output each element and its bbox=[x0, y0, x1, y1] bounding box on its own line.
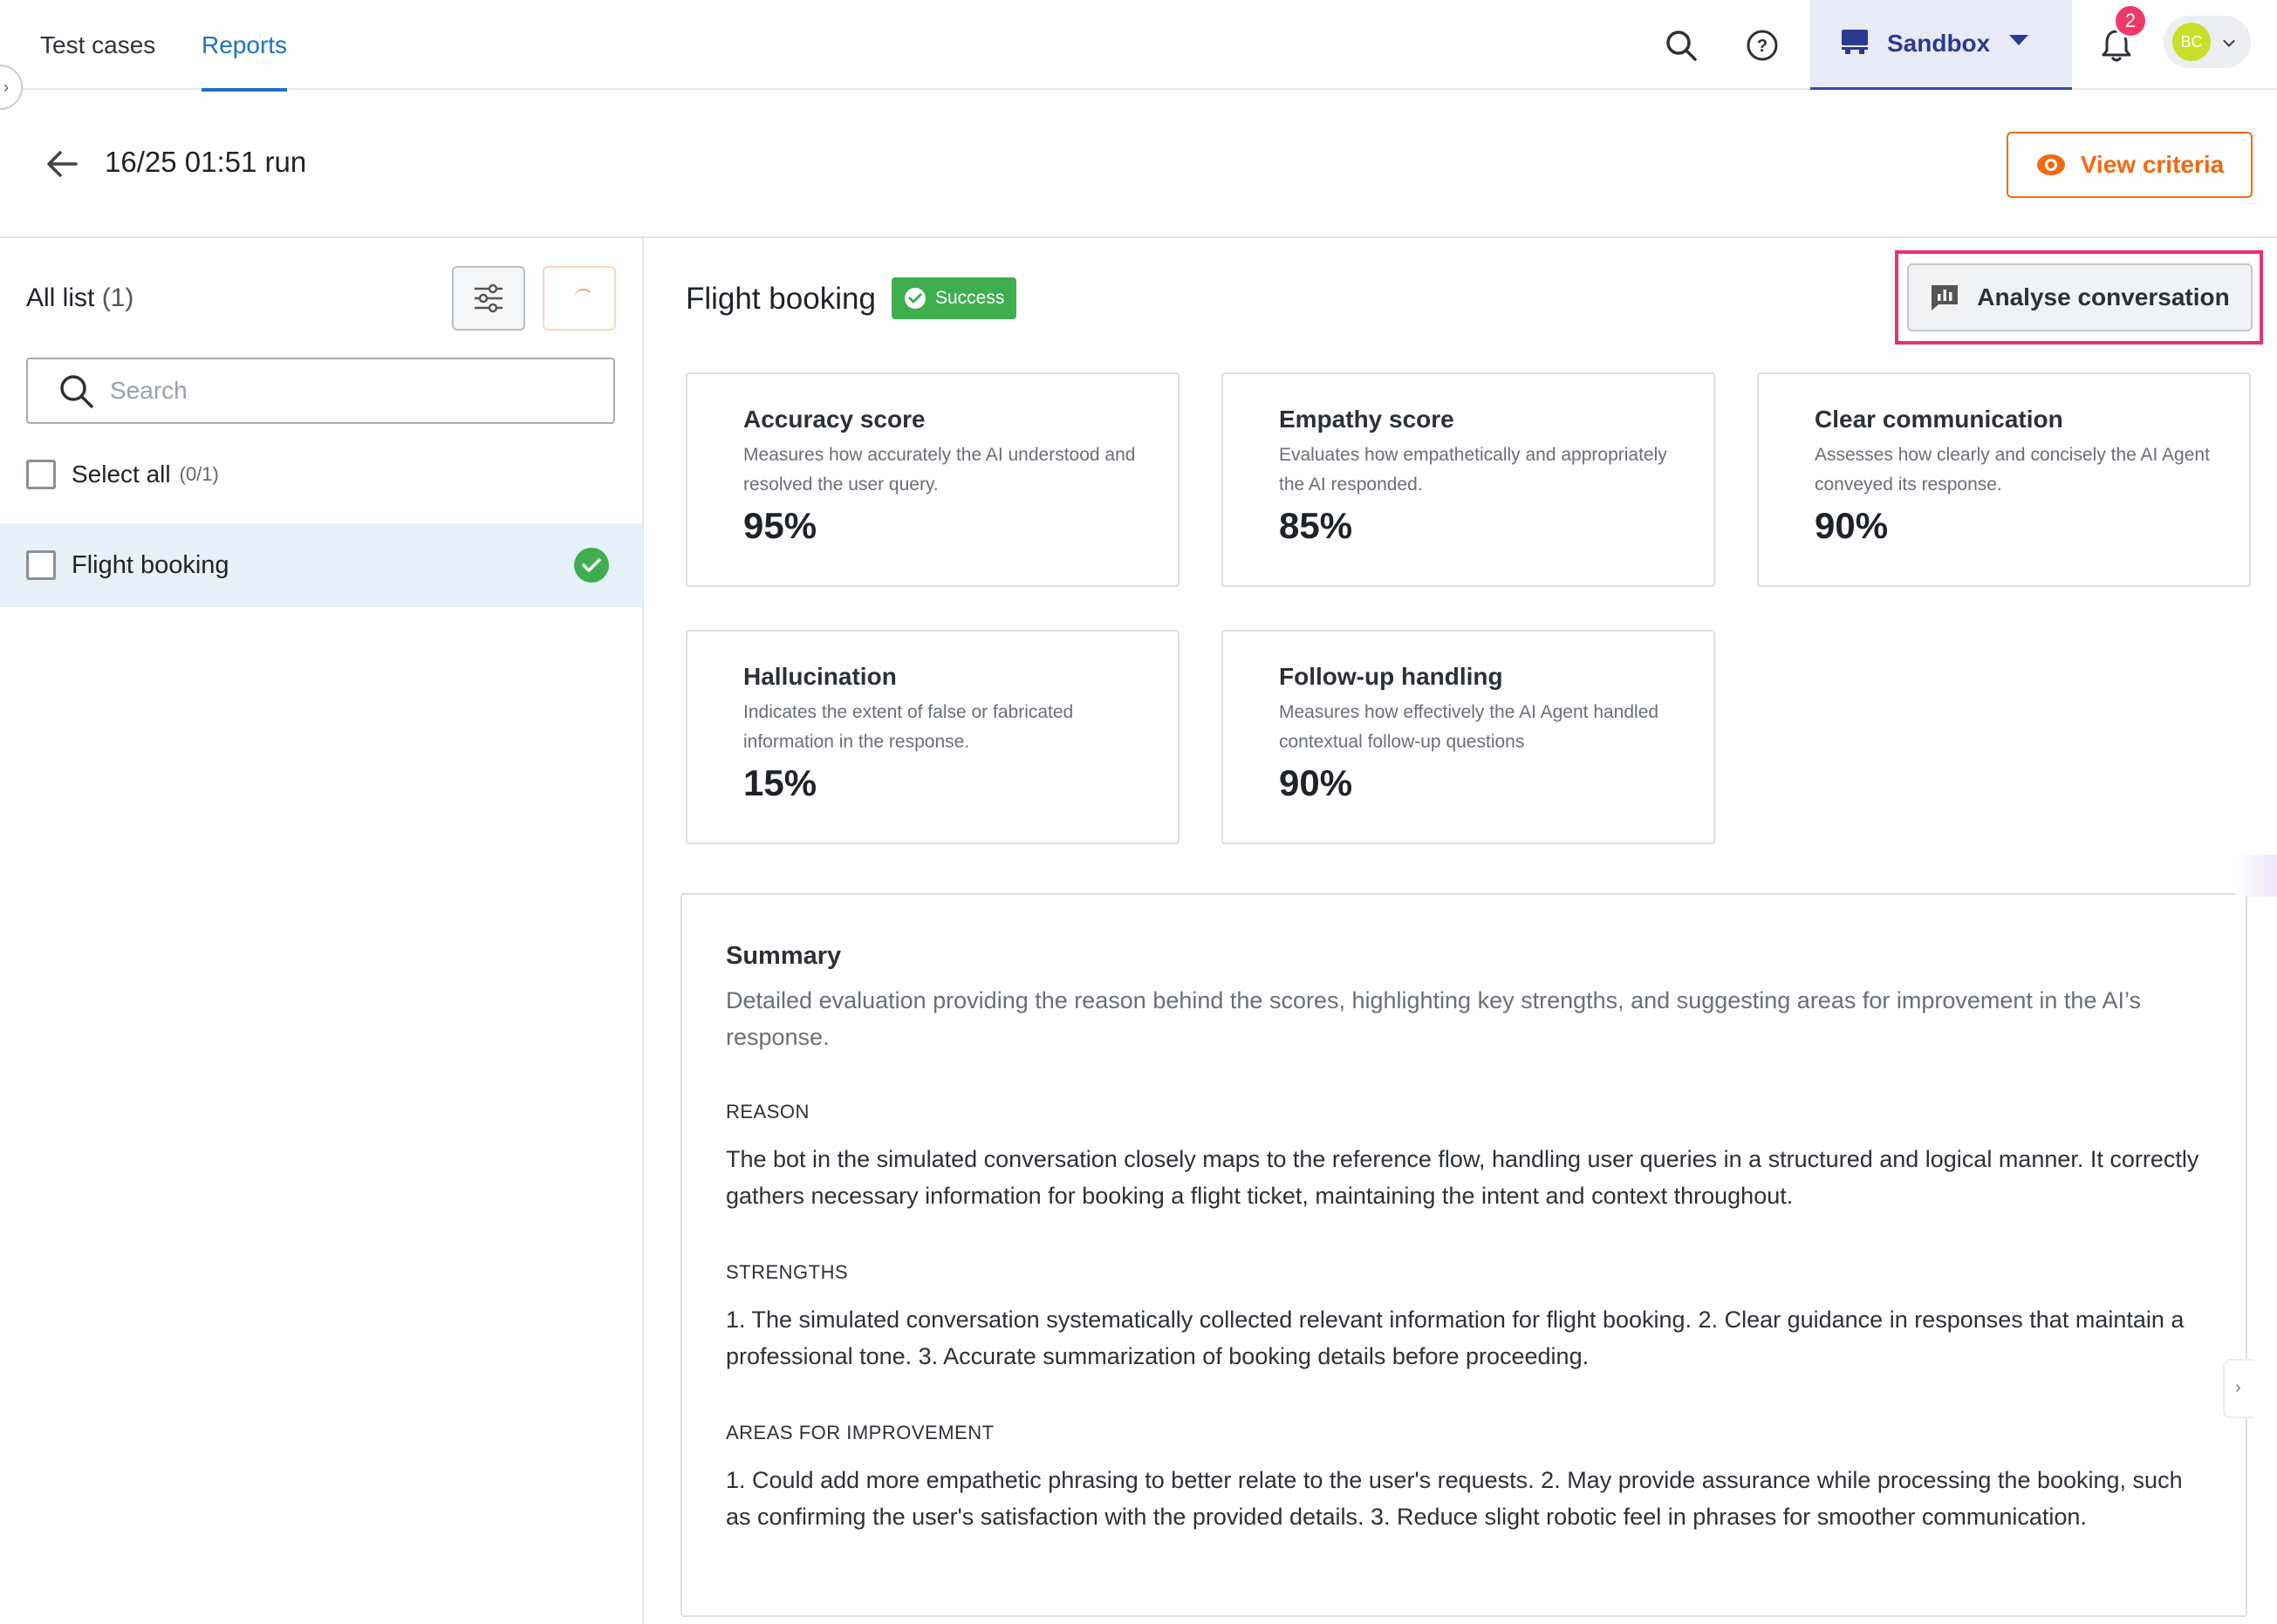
metric-card-empathy: Empathy score Evaluates how empathetical… bbox=[1221, 372, 1715, 587]
strengths-heading: STRENGTHS bbox=[726, 1261, 849, 1283]
select-all-row: Select all (0/1) bbox=[26, 460, 219, 489]
analyse-conversation-button[interactable]: Analyse conversation bbox=[1907, 263, 2253, 331]
view-criteria-button[interactable]: View criteria bbox=[2007, 132, 2253, 198]
summary-title: Summary bbox=[726, 942, 842, 970]
reason-heading: REASON bbox=[726, 1101, 810, 1122]
list-title-label: All list bbox=[26, 283, 95, 312]
metric-card-accuracy: Accuracy score Measures how accurately t… bbox=[686, 372, 1180, 587]
list-item-label: Flight booking bbox=[72, 550, 229, 579]
list-item-checkbox[interactable] bbox=[26, 550, 56, 580]
strengths-text: 1. The simulated conversation systematic… bbox=[726, 1307, 2185, 1369]
list-count: (1) bbox=[101, 283, 134, 312]
metric-card-hallucination: Hallucination Indicates the extent of fa… bbox=[686, 630, 1180, 844]
metric-title: Follow-up handling bbox=[1279, 663, 1503, 690]
test-case-title: Flight booking bbox=[686, 282, 876, 316]
metric-title: Hallucination bbox=[743, 663, 897, 690]
metric-value: 90% bbox=[1279, 762, 1353, 803]
filter-button[interactable] bbox=[452, 266, 525, 331]
check-circle-icon bbox=[905, 288, 926, 309]
help-icon[interactable]: ? bbox=[1736, 19, 1788, 72]
chevron-right-icon: › bbox=[2235, 1378, 2241, 1397]
summary-panel: Summary Detailed evaluation providing th… bbox=[680, 893, 2247, 1617]
workspace-selector[interactable]: Sandbox bbox=[1810, 0, 2072, 90]
workspace-label: Sandbox bbox=[1887, 30, 1991, 57]
top-navigation: › Test cases Reports ? Sandbox 2 BC bbox=[0, 0, 2277, 110]
select-all-label: Select all bbox=[72, 461, 171, 488]
assistant-launcher-tab[interactable] bbox=[2233, 855, 2277, 897]
metric-description: Evaluates how empathetically and appropr… bbox=[1279, 445, 1667, 495]
metric-value: 85% bbox=[1279, 505, 1353, 546]
sliders-icon bbox=[475, 283, 503, 313]
metric-value: 15% bbox=[743, 762, 817, 803]
select-all-checkbox[interactable] bbox=[26, 460, 56, 489]
analyse-conversation-label: Analyse conversation bbox=[1977, 283, 2230, 310]
metric-card-follow-up: Follow-up handling Measures how effectiv… bbox=[1221, 630, 1715, 844]
expand-panel-button[interactable]: › bbox=[2223, 1359, 2254, 1418]
metric-title: Accuracy score bbox=[743, 406, 926, 433]
svg-text:?: ? bbox=[1757, 37, 1768, 56]
select-all-count: (0/1) bbox=[179, 463, 219, 485]
improvement-heading: AREAS FOR IMPROVEMENT bbox=[726, 1422, 995, 1443]
status-badge: Success bbox=[892, 277, 1017, 319]
eye-icon bbox=[2036, 154, 2065, 175]
reason-text: The bot in the simulated conversation cl… bbox=[726, 1146, 2199, 1209]
list-title: All list (1) bbox=[26, 283, 133, 313]
tab-test-cases[interactable]: Test cases bbox=[40, 0, 155, 90]
metric-title: Empathy score bbox=[1279, 406, 1454, 433]
success-check-icon bbox=[574, 548, 609, 583]
notification-badge: 2 bbox=[2113, 3, 2148, 38]
workspace-icon bbox=[1840, 28, 1870, 60]
metric-description: Assesses how clearly and concisely the A… bbox=[1815, 445, 2210, 495]
test-case-list-panel: All list (1) Search Select all (0/1) Fli… bbox=[0, 238, 644, 1624]
search-icon bbox=[60, 375, 93, 408]
back-button[interactable] bbox=[42, 144, 82, 184]
summary-description: Detailed evaluation providing the reason… bbox=[726, 987, 2141, 1050]
arrow-left-icon bbox=[47, 151, 78, 177]
list-item[interactable]: Flight booking bbox=[0, 523, 642, 607]
run-header: 16/25 01:51 run View criteria bbox=[0, 90, 2277, 238]
tab-reports[interactable]: Reports bbox=[202, 0, 288, 92]
metric-description: Measures how accurately the AI understoo… bbox=[743, 445, 1136, 495]
improvement-text: 1. Could add more empathetic phrasing to… bbox=[726, 1467, 2183, 1530]
loading-button[interactable] bbox=[543, 266, 616, 331]
metric-description: Indicates the extent of false or fabrica… bbox=[743, 702, 1074, 752]
search-placeholder: Search bbox=[110, 377, 188, 404]
metric-card-clear-communication: Clear communication Assesses how clearly… bbox=[1757, 372, 2251, 587]
avatar: BC bbox=[2172, 23, 2211, 61]
search-icon[interactable] bbox=[1655, 19, 1707, 72]
caret-down-icon bbox=[2009, 35, 2028, 45]
page-title: 16/25 01:51 run bbox=[105, 146, 307, 178]
search-input[interactable]: Search bbox=[26, 358, 615, 424]
chevron-down-icon bbox=[2223, 35, 2235, 47]
view-criteria-label: View criteria bbox=[2080, 151, 2225, 178]
metric-description: Measures how effectively the AI Agent ha… bbox=[1279, 702, 1659, 752]
user-menu[interactable]: BC bbox=[2164, 16, 2251, 68]
status-badge-label: Success bbox=[935, 288, 1005, 308]
metric-title: Clear communication bbox=[1815, 406, 2063, 433]
metric-value: 95% bbox=[743, 505, 817, 546]
analytics-icon bbox=[1932, 285, 1959, 310]
metric-value: 90% bbox=[1815, 505, 1889, 546]
